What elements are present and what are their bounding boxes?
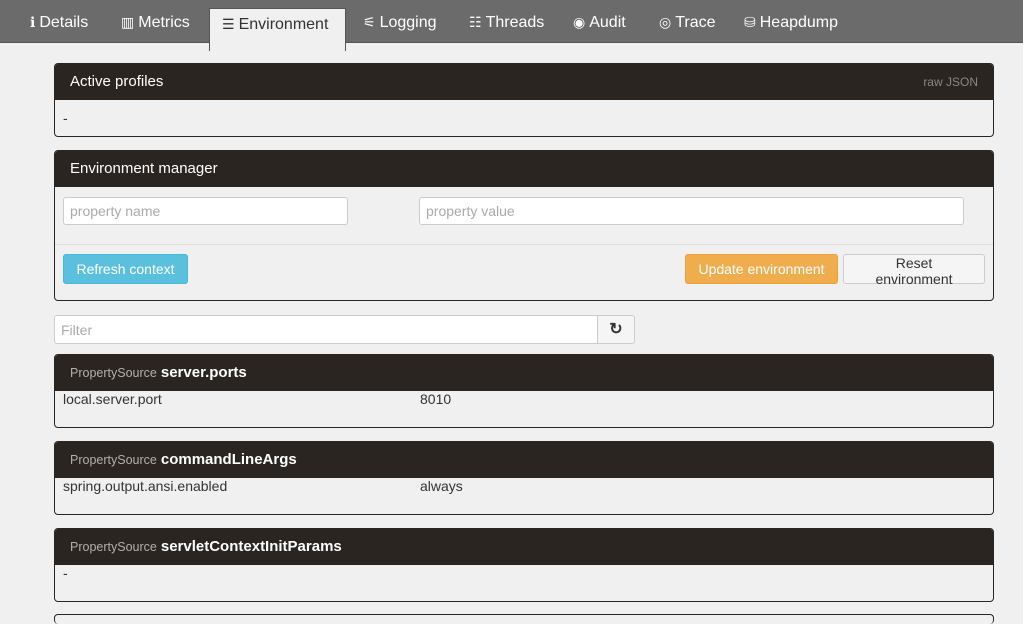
raw-json-link[interactable]: raw JSON [923,64,978,100]
tab-label: Threads [485,14,545,31]
refresh-icon: ↻ [609,321,623,338]
tab-audit[interactable]: ◉ Audit [573,0,626,42]
property-value: 8010 [420,391,452,407]
tab-logging[interactable]: ⚟ Logging [363,0,437,42]
property-key: local.server.port [63,391,162,407]
property-source-label: PropertySource [70,453,157,467]
tab-label: Heapdump [759,14,839,31]
property-value: always [420,478,463,494]
property-name-input[interactable] [63,197,348,225]
user-circle-icon: ◉ [573,14,586,30]
tab-bar: ℹ Details ▥ Metrics ☰ Environment ⚟ Logging … [0,0,1023,51]
server-list-icon: ☰ [222,16,235,32]
tab-label: Logging [379,14,437,31]
property-empty-value: - [63,565,68,581]
property-source-name: server.ports [160,364,247,381]
tab-details[interactable]: ℹ Details [30,0,88,42]
property-value-input[interactable] [419,197,964,225]
tab-label: Details [39,14,89,31]
property-source-panel: PropertySource commandLineArgs spring.out… [54,441,994,515]
refresh-context-button[interactable]: Refresh context [63,254,188,284]
divider [55,244,993,245]
property-row: - [55,565,993,601]
tab-environment[interactable]: ☰ Environment [209,8,346,51]
panel-title: Environment manager [70,160,218,177]
refresh-filter-button[interactable]: ↻ [597,315,635,344]
active-profiles-value: - [63,110,68,126]
property-source-name: commandLineArgs [160,451,297,468]
environment-manager-panel: Environment manager Refresh context Upda… [54,150,994,301]
active-profiles-panel: Active profiles raw JSON - [54,63,994,137]
property-key: spring.output.ansi.enabled [63,478,228,494]
panel-header: PropertySource server.ports [55,355,993,391]
panel-body: - [55,100,993,136]
property-row: local.server.port 8010 [55,391,993,427]
property-source-panel: PropertySource server.ports local.server.… [54,354,994,428]
tab-threads[interactable]: ☷ Threads [469,0,544,42]
panel-header: PropertySource servletContextInitParams [55,529,993,565]
tab-metrics[interactable]: ▥ Metrics [121,0,190,42]
reset-environment-button[interactable]: Reset environment [843,254,985,287]
property-source-label: PropertySource [70,366,157,380]
tab-label: Trace [675,14,716,31]
cubes-icon: ⛁ [744,14,756,30]
sliders-icon: ⚟ [363,14,376,30]
panel-header: Active profiles raw JSON [55,64,993,100]
panel-header: PropertySource commandLineArgs [55,442,993,478]
property-source-name: servletContextInitParams [160,538,342,555]
filter-input[interactable] [54,315,598,344]
property-source-label: PropertySource [70,540,157,554]
tab-label: Audit [589,14,626,31]
tab-label: Metrics [138,14,190,31]
eye-icon: ◎ [659,14,672,30]
panel-title: Active profiles [70,73,164,90]
tab-label: Environment [238,16,329,33]
update-environment-button[interactable]: Update environment [685,254,838,284]
panel-header: Environment manager [55,151,993,187]
list-icon: ☷ [469,14,482,30]
tab-heapdump[interactable]: ⛁ Heapdump [744,0,838,42]
property-source-panel: PropertySource servletContextInitParams - [54,528,994,602]
bar-chart-icon: ▥ [121,14,135,30]
tab-trace[interactable]: ◎ Trace [659,0,716,42]
info-icon: ℹ [30,14,36,30]
property-row: spring.output.ansi.enabled always [55,478,993,514]
